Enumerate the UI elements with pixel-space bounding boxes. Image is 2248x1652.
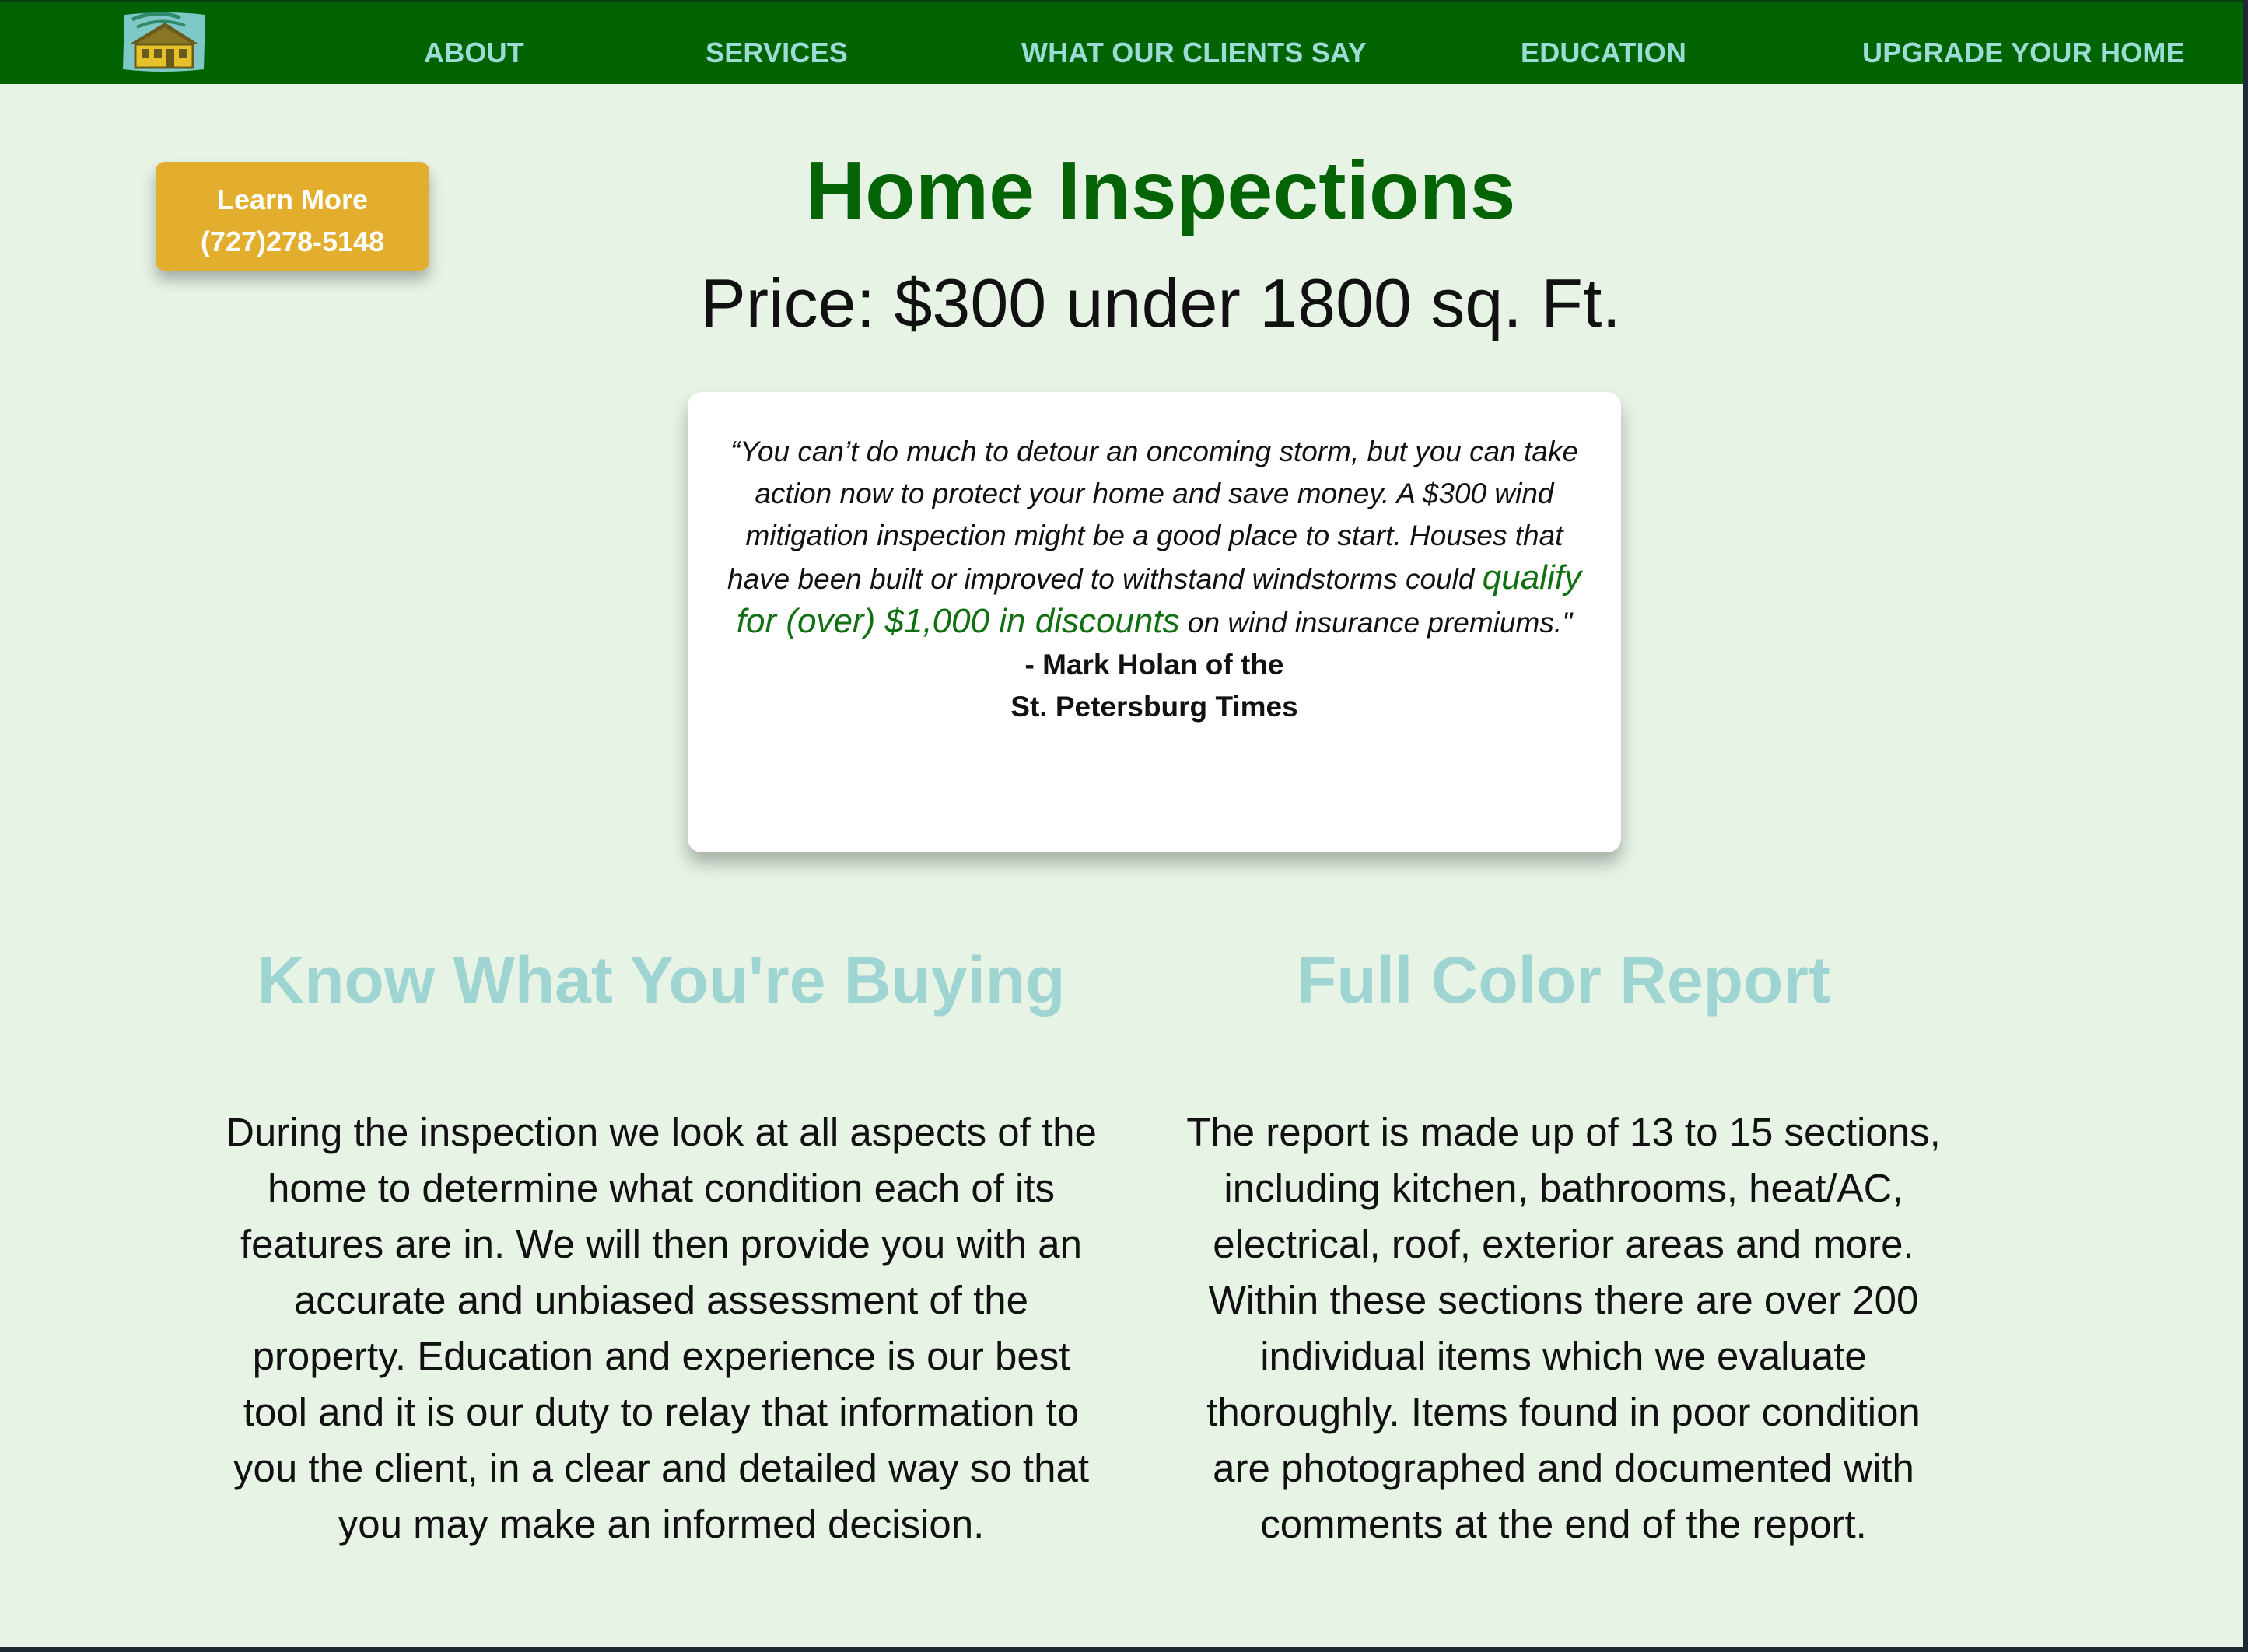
quote-text: “You can’t do much to detour an oncoming… <box>719 431 1590 644</box>
quote-text-after: on wind insurance premiums." <box>1179 607 1573 639</box>
nav-about[interactable]: ABOUT <box>424 37 524 69</box>
nav-services[interactable]: SERVICES <box>706 37 848 69</box>
nav-upgrade-your-home[interactable]: UPGRADE YOUR HOME <box>1862 37 2185 69</box>
nav-education[interactable]: EDUCATION <box>1521 37 1686 69</box>
quote-author-line-2: St. Petersburg Times <box>1010 691 1298 723</box>
section-heading-full-color-report: Full Color Report <box>1297 943 1830 1017</box>
nav-what-our-clients-say[interactable]: WHAT OUR CLIENTS SAY <box>1021 37 1367 69</box>
section-body-full-color-report: The report is made up of 13 to 15 sectio… <box>1186 1110 1941 1546</box>
price-text: Price: $300 under 1800 sq. Ft. <box>700 264 1621 341</box>
page: ABOUT SERVICES WHAT OUR CLIENTS SAY EDUC… <box>0 0 2243 1647</box>
quote-card: “You can’t do much to detour an oncoming… <box>688 392 1621 852</box>
top-navbar: ABOUT SERVICES WHAT OUR CLIENTS SAY EDUC… <box>0 0 2243 84</box>
section-body-know-what-youre-buying: During the inspection we look at all asp… <box>226 1110 1097 1546</box>
house-logo-icon[interactable] <box>118 10 210 74</box>
section-heading-know-what-youre-buying: Know What You're Buying <box>257 943 1066 1017</box>
quote-author-line-1: - Mark Holan of the <box>1024 649 1284 681</box>
quote-text-before: “You can’t do much to detour an oncoming… <box>727 436 1579 595</box>
page-title: Home Inspections <box>805 145 1516 236</box>
